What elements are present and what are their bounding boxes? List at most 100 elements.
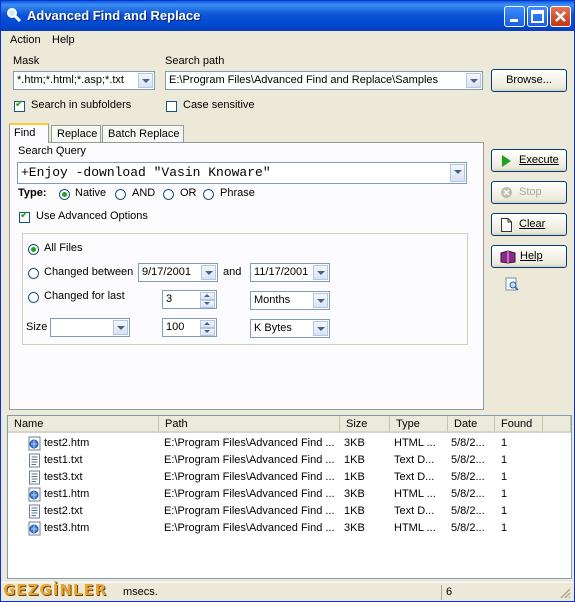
chevron-down-icon[interactable] — [450, 164, 465, 182]
last-value: 3 — [166, 293, 173, 305]
menu-action[interactable]: Action — [10, 34, 41, 46]
cell-size: 3KB — [344, 488, 365, 500]
cell-date: 5/8/2... — [451, 522, 485, 534]
column-header-name[interactable]: Name — [8, 416, 159, 433]
cell-type: HTML ... — [394, 488, 436, 500]
cell-path: E:\Program Files\Advanced Find ... — [164, 437, 335, 449]
table-row[interactable]: test1.txt E:\Program Files\Advanced Find … — [8, 452, 571, 469]
html-file-icon — [28, 436, 41, 451]
cell-name: test1.htm — [44, 488, 90, 500]
table-row[interactable]: test2.txt E:\Program Files\Advanced Find … — [8, 503, 571, 520]
changed-between-label: Changed between — [44, 266, 134, 278]
type-and-radio[interactable] — [115, 189, 126, 200]
chevron-down-icon[interactable] — [201, 265, 216, 280]
table-row[interactable]: test2.htm E:\Program Files\Advanced Find … — [8, 435, 571, 452]
type-or-radio[interactable] — [163, 189, 174, 200]
spin-up-icon[interactable] — [200, 320, 215, 328]
cell-size: 3KB — [344, 522, 365, 534]
execute-label: Execute — [519, 154, 559, 166]
cell-date: 5/8/2... — [451, 488, 485, 500]
search-path-combo[interactable]: E:\Program Files\Advanced Find and Repla… — [165, 71, 483, 90]
cell-type: Text D... — [394, 505, 435, 517]
cell-type: HTML ... — [394, 522, 436, 534]
close-button[interactable] — [550, 6, 571, 27]
size-unit-value: K Bytes — [254, 322, 292, 334]
search-query-label: Search Query — [18, 145, 86, 157]
stop-button[interactable]: Stop — [491, 181, 567, 204]
size-value: 100 — [166, 321, 185, 333]
close-icon — [555, 11, 566, 22]
search-query-value: +Enjoy -download "Vasin Knoware" — [21, 165, 271, 180]
text-file-icon — [29, 453, 40, 468]
type-native-radio[interactable] — [59, 189, 70, 200]
column-header-found[interactable]: Found — [495, 416, 543, 433]
case-sensitive-checkbox[interactable] — [166, 101, 177, 112]
date-from-picker[interactable]: 9/17/2001 — [138, 263, 218, 282]
chevron-down-icon[interactable] — [113, 320, 128, 335]
maximize-icon — [531, 10, 544, 23]
play-icon — [502, 155, 511, 167]
minimize-button[interactable] — [504, 6, 525, 27]
last-unit-value: Months — [254, 294, 291, 306]
results-list[interactable]: Name Path Size Type Date Found test2.htm… — [7, 415, 572, 579]
column-header-date[interactable]: Date — [448, 416, 495, 433]
column-header-path[interactable]: Path — [159, 416, 340, 433]
stop-icon — [501, 187, 512, 198]
cell-path: E:\Program Files\Advanced Find ... — [164, 488, 335, 500]
html-file-icon — [28, 521, 41, 536]
column-header-filler — [543, 416, 571, 433]
date-to-picker[interactable]: 11/17/2001 — [250, 263, 330, 282]
table-row[interactable]: test1.htm E:\Program Files\Advanced Find … — [8, 486, 571, 503]
cell-found: 1 — [501, 437, 508, 449]
menu-help[interactable]: Help — [52, 34, 75, 46]
column-header-type[interactable]: Type — [390, 416, 448, 433]
mask-combo[interactable]: *.htm;*.html;*.asp;*.txt — [13, 71, 155, 90]
chevron-down-icon[interactable] — [313, 265, 328, 280]
chevron-down-icon[interactable] — [313, 293, 328, 308]
type-phrase-radio[interactable] — [203, 189, 214, 200]
last-value-stepper[interactable]: 3 — [162, 290, 217, 309]
size-unit-select[interactable]: K Bytes — [250, 319, 330, 338]
maximize-button[interactable] — [527, 6, 548, 27]
execute-button[interactable]: Execute — [491, 149, 567, 172]
new-document-icon — [501, 218, 512, 232]
resize-grip-icon[interactable] — [559, 587, 571, 599]
spin-up-icon[interactable] — [200, 292, 215, 300]
find-document-icon[interactable] — [505, 277, 519, 291]
tab-replace[interactable]: Replace — [51, 125, 101, 142]
last-unit-select[interactable]: Months — [250, 291, 330, 310]
advanced-options-checkbox[interactable] — [19, 210, 30, 223]
cell-found: 1 — [501, 488, 508, 500]
chevron-down-icon[interactable] — [313, 321, 328, 336]
cell-path: E:\Program Files\Advanced Find ... — [164, 471, 335, 483]
table-row[interactable]: test3.txt E:\Program Files\Advanced Find … — [8, 469, 571, 486]
mask-value: *.htm;*.html;*.asp;*.txt — [17, 74, 124, 86]
tab-batch-replace[interactable]: Batch Replace — [102, 125, 184, 142]
clear-button[interactable]: Clear — [491, 213, 567, 236]
chevron-down-icon[interactable] — [466, 73, 481, 88]
search-path-label: Search path — [165, 55, 225, 67]
size-value-stepper[interactable]: 100 — [162, 318, 217, 337]
all-files-radio[interactable] — [28, 244, 39, 255]
table-row[interactable]: test3.htm E:\Program Files\Advanced Find … — [8, 520, 571, 537]
cell-found: 1 — [501, 454, 508, 466]
browse-button[interactable]: Browse... — [491, 69, 567, 92]
column-header-size[interactable]: Size — [340, 416, 390, 433]
changed-between-radio[interactable] — [28, 268, 39, 279]
spin-down-icon[interactable] — [200, 328, 215, 336]
status-count-panel: 6 — [441, 585, 541, 600]
tab-find[interactable]: Find — [9, 123, 49, 143]
title-bar[interactable]: Advanced Find and Replace — [1, 1, 574, 31]
chevron-down-icon[interactable] — [138, 73, 153, 88]
help-button[interactable]: Help — [491, 245, 567, 268]
cell-path: E:\Program Files\Advanced Find ... — [164, 505, 335, 517]
type-or-label: OR — [180, 187, 197, 199]
mask-label: Mask — [13, 55, 40, 67]
changed-for-last-radio[interactable] — [28, 292, 39, 303]
cell-found: 1 — [501, 471, 508, 483]
subfolders-checkbox[interactable] — [14, 99, 25, 112]
search-query-input[interactable]: +Enjoy -download "Vasin Knoware" — [17, 162, 467, 184]
spin-down-icon[interactable] — [200, 300, 215, 308]
cell-date: 5/8/2... — [451, 454, 485, 466]
size-operator-select[interactable] — [50, 318, 130, 337]
